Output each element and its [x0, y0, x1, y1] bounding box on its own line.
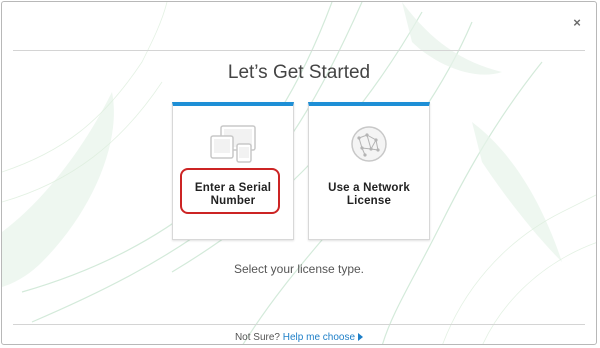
- network-license-option[interactable]: Use a Network License: [308, 102, 430, 240]
- serial-number-option[interactable]: Enter a Serial Number: [172, 102, 294, 240]
- close-button[interactable]: ×: [570, 16, 584, 30]
- selection-highlight: [180, 168, 280, 214]
- network-license-label: Use a Network License: [328, 182, 410, 207]
- devices-icon: [210, 125, 256, 163]
- top-divider: [13, 50, 585, 51]
- license-type-prompt: Select your license type.: [233, 262, 365, 276]
- footer: Not Sure? Help me choose: [2, 332, 596, 343]
- help-me-choose-link[interactable]: Help me choose: [283, 332, 355, 343]
- triangle-right-icon[interactable]: [358, 333, 364, 341]
- footer-prefix: Not Sure?: [234, 332, 283, 343]
- network-globe-icon: [351, 126, 387, 162]
- bottom-divider: [13, 324, 585, 325]
- background-art: [2, 2, 596, 344]
- license-dialog: × Let’s Get Started Enter a Serial Numbe…: [1, 1, 597, 345]
- page-title: Let’s Get Started: [227, 62, 371, 83]
- close-icon: ×: [573, 15, 581, 30]
